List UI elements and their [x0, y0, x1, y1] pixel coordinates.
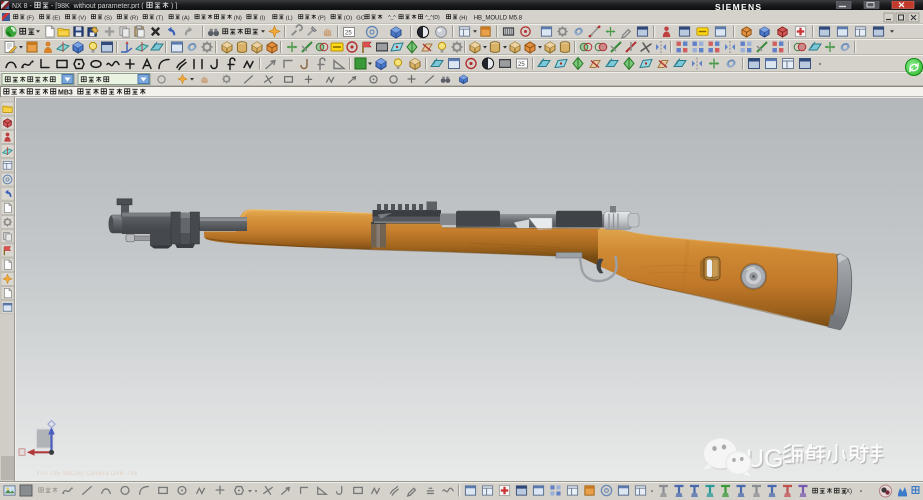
- svg-text:(I): (I): [260, 16, 266, 22]
- svg-text:^_^(D): ^_^(D): [425, 15, 440, 21]
- svg-text:(A): (A): [182, 16, 190, 22]
- svg-text:(N): (N): [234, 16, 242, 22]
- svg-text:(F): (F): [27, 16, 34, 22]
- svg-text:(P): (P): [318, 16, 326, 22]
- svg-text:HB_MOULD M5.8: HB_MOULD M5.8: [474, 16, 523, 22]
- svg-text:25: 25: [518, 62, 525, 68]
- svg-text:UG: UG: [746, 445, 784, 473]
- svg-text:NX 8 -: NX 8 -: [12, 3, 33, 9]
- svg-text:(X): (X): [844, 489, 852, 495]
- svg-text:(L): (L): [286, 16, 293, 22]
- svg-text:GC: GC: [356, 16, 365, 22]
- svg-text:(H): (H): [459, 16, 467, 22]
- svg-text:- [98K_without parameter.prt (: - [98K_without parameter.prt (: [51, 3, 144, 9]
- svg-text:MB3: MB3: [58, 89, 73, 96]
- svg-text:^_^: ^_^: [388, 15, 396, 21]
- svg-text:(O): (O): [344, 16, 352, 22]
- svg-text:(E): (E): [52, 16, 60, 22]
- svg-text:(S): (S): [104, 16, 112, 22]
- svg-text:) ]: ) ]: [171, 3, 177, 9]
- svg-text:(V): (V): [78, 16, 86, 22]
- svg-text:25: 25: [345, 31, 352, 37]
- svg-text:(R): (R): [130, 16, 138, 22]
- svg-text:(T): (T): [156, 16, 163, 22]
